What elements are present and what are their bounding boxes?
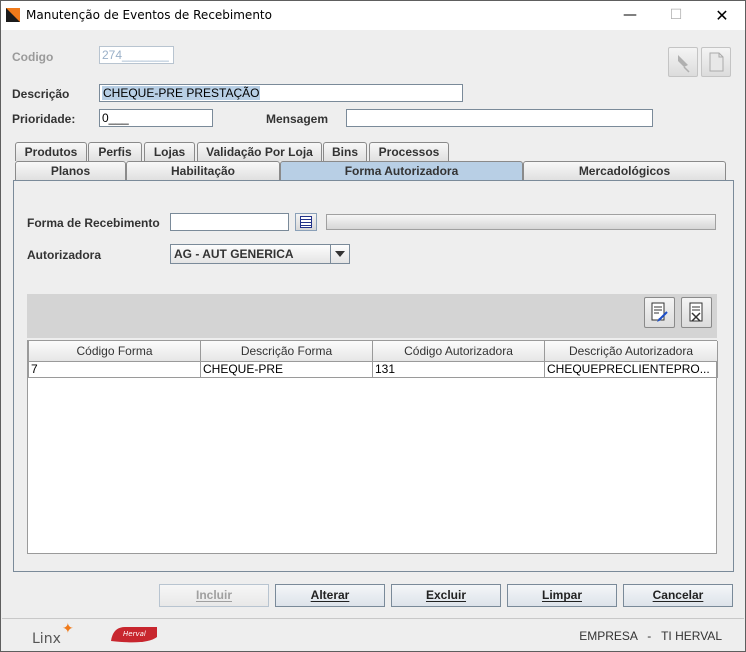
tab-validacao-por-loja[interactable]: Validação Por Loja <box>197 142 322 161</box>
tab-produtos[interactable]: Produtos <box>15 142 87 161</box>
status-separator: - <box>647 629 652 643</box>
codigo-field[interactable]: 274_______ <box>99 46 174 64</box>
tab-mercadologicos[interactable]: Mercadológicos <box>523 161 726 180</box>
table-row[interactable]: 7 CHEQUE-PRE 131 CHEQUEPRECLIENTEPRO... <box>28 360 718 378</box>
forma-recebimento-field[interactable] <box>170 213 289 231</box>
column-header[interactable]: Descrição Forma <box>200 341 373 362</box>
minimize-button[interactable]: — <box>607 1 653 30</box>
edit-document-icon <box>651 302 668 322</box>
linx-logo: Linx <box>32 631 61 647</box>
cell-descricao-forma: CHEQUE-PRE <box>200 360 373 378</box>
mensagem-field[interactable] <box>346 109 653 127</box>
forma-recebimento-label: Forma de Recebimento <box>27 216 160 230</box>
main-window: Manutenção de Eventos de Recebimento — ☐… <box>0 0 746 652</box>
pin-button[interactable] <box>668 47 698 77</box>
column-header[interactable]: Descrição Autorizadora <box>544 341 718 362</box>
prioridade-field[interactable]: 0___ <box>99 109 213 127</box>
chevron-down-icon[interactable] <box>330 245 349 263</box>
empresa-status: EMPRESA - TI HERVAL <box>579 629 722 643</box>
edit-row-button[interactable] <box>644 297 675 328</box>
empresa-label: EMPRESA <box>579 629 638 643</box>
tab-habilitacao[interactable]: Habilitação <box>126 161 280 180</box>
herval-logo-text: Herval <box>123 630 146 638</box>
limpar-button[interactable]: Limpar <box>507 584 617 607</box>
tab-bins[interactable]: Bins <box>323 142 367 161</box>
descricao-field[interactable]: CHEQUE-PRE PRESTAÇÃO <box>99 84 463 102</box>
delete-document-icon <box>689 302 703 322</box>
autorizadora-value: AG - AUT GENERICA <box>174 247 294 261</box>
linx-star-icon: ✦ <box>62 621 74 637</box>
descricao-label: Descrição <box>12 87 70 101</box>
maximize-button[interactable]: ☐ <box>653 1 699 30</box>
tab-planos[interactable]: Planos <box>15 161 126 180</box>
cell-codigo-forma: 7 <box>28 360 201 378</box>
tab-perfis[interactable]: Perfis <box>88 142 142 161</box>
tab-processos[interactable]: Processos <box>369 142 449 161</box>
alterar-button[interactable]: Alterar <box>275 584 385 607</box>
cancelar-button[interactable]: Cancelar <box>623 584 733 607</box>
progress-bar <box>326 214 716 230</box>
codigo-label: Codigo <box>12 50 54 64</box>
window-title: Manutenção de Eventos de Recebimento <box>26 8 272 22</box>
autorizadora-select[interactable]: AG - AUT GENERICA <box>170 244 350 264</box>
grid-toolbar <box>27 294 717 338</box>
autorizadora-label: Autorizadora <box>27 248 102 262</box>
tab-forma-autorizadora[interactable]: Forma Autorizadora <box>280 161 523 180</box>
incluir-button[interactable]: Incluir <box>159 584 269 607</box>
prioridade-label: Prioridade: <box>12 112 76 126</box>
delete-row-button[interactable] <box>681 297 712 328</box>
app-icon <box>6 8 20 22</box>
tab-lojas[interactable]: Lojas <box>144 142 195 161</box>
calendar-button[interactable] <box>295 213 317 231</box>
excluir-button[interactable]: Excluir <box>391 584 501 607</box>
descricao-value: CHEQUE-PRE PRESTAÇÃO <box>102 86 261 100</box>
document-button[interactable] <box>701 47 731 77</box>
empresa-value: TI HERVAL <box>661 629 722 643</box>
grid-table: Código Forma Descrição Forma Código Auto… <box>28 341 718 378</box>
data-grid[interactable]: Código Forma Descrição Forma Código Auto… <box>27 340 718 554</box>
column-header[interactable]: Código Forma <box>28 341 201 362</box>
grid-header-row: Código Forma Descrição Forma Código Auto… <box>28 341 718 362</box>
status-bar: Linx ✦ Herval EMPRESA - TI HERVAL <box>2 618 744 650</box>
calendar-icon <box>300 216 312 228</box>
title-bar: Manutenção de Eventos de Recebimento — ☐… <box>1 1 745 30</box>
cell-descricao-autorizadora: CHEQUEPRECLIENTEPRO... <box>544 360 718 378</box>
mensagem-label: Mensagem <box>266 112 329 126</box>
close-button[interactable]: ✕ <box>699 1 745 30</box>
cell-codigo-autorizadora: 131 <box>372 360 545 378</box>
pin-icon <box>678 55 690 73</box>
document-icon <box>709 52 724 72</box>
herval-logo: Herval <box>111 627 157 643</box>
column-header[interactable]: Código Autorizadora <box>372 341 545 362</box>
